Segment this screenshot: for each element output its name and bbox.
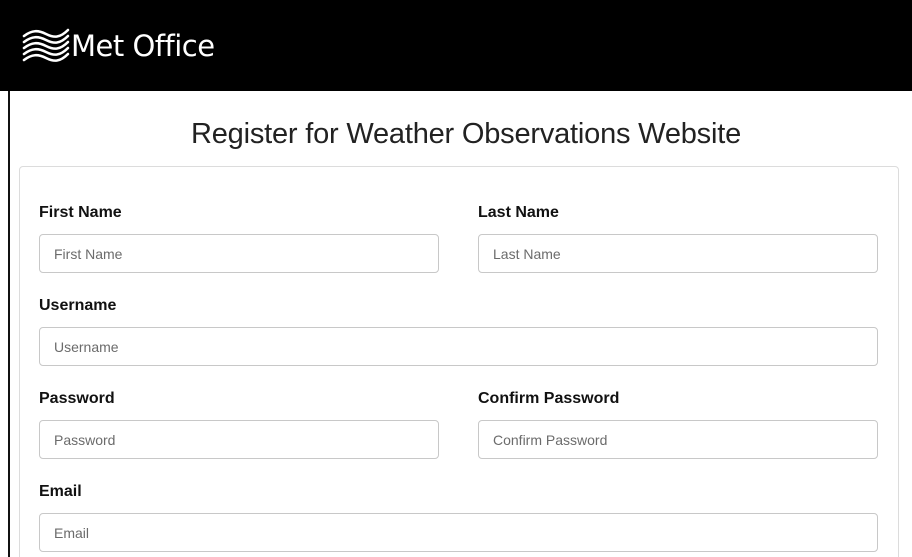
site-header: Met Office xyxy=(0,0,912,91)
brand-name: Met Office xyxy=(71,29,215,63)
username-label: Username xyxy=(39,297,117,314)
page-title: Register for Weather Observations Websit… xyxy=(190,118,742,150)
password-input[interactable] xyxy=(39,420,439,459)
confirm-password-input[interactable] xyxy=(478,420,878,459)
registration-form-card: First Name Last Name Username Password C… xyxy=(19,166,899,557)
email-label: Email xyxy=(39,483,82,500)
page-left-border xyxy=(8,91,10,557)
username-input[interactable] xyxy=(39,327,878,366)
brand-logo[interactable]: Met Office xyxy=(22,24,215,68)
page: Met Office Register for Weather Observat… xyxy=(0,0,912,557)
last-name-label: Last Name xyxy=(478,204,559,221)
first-name-input[interactable] xyxy=(39,234,439,273)
password-label: Password xyxy=(39,390,115,407)
confirm-password-label: Confirm Password xyxy=(478,390,620,407)
met-office-waves-icon xyxy=(22,26,70,66)
email-input[interactable] xyxy=(39,513,878,552)
last-name-input[interactable] xyxy=(478,234,878,273)
first-name-label: First Name xyxy=(39,204,122,221)
